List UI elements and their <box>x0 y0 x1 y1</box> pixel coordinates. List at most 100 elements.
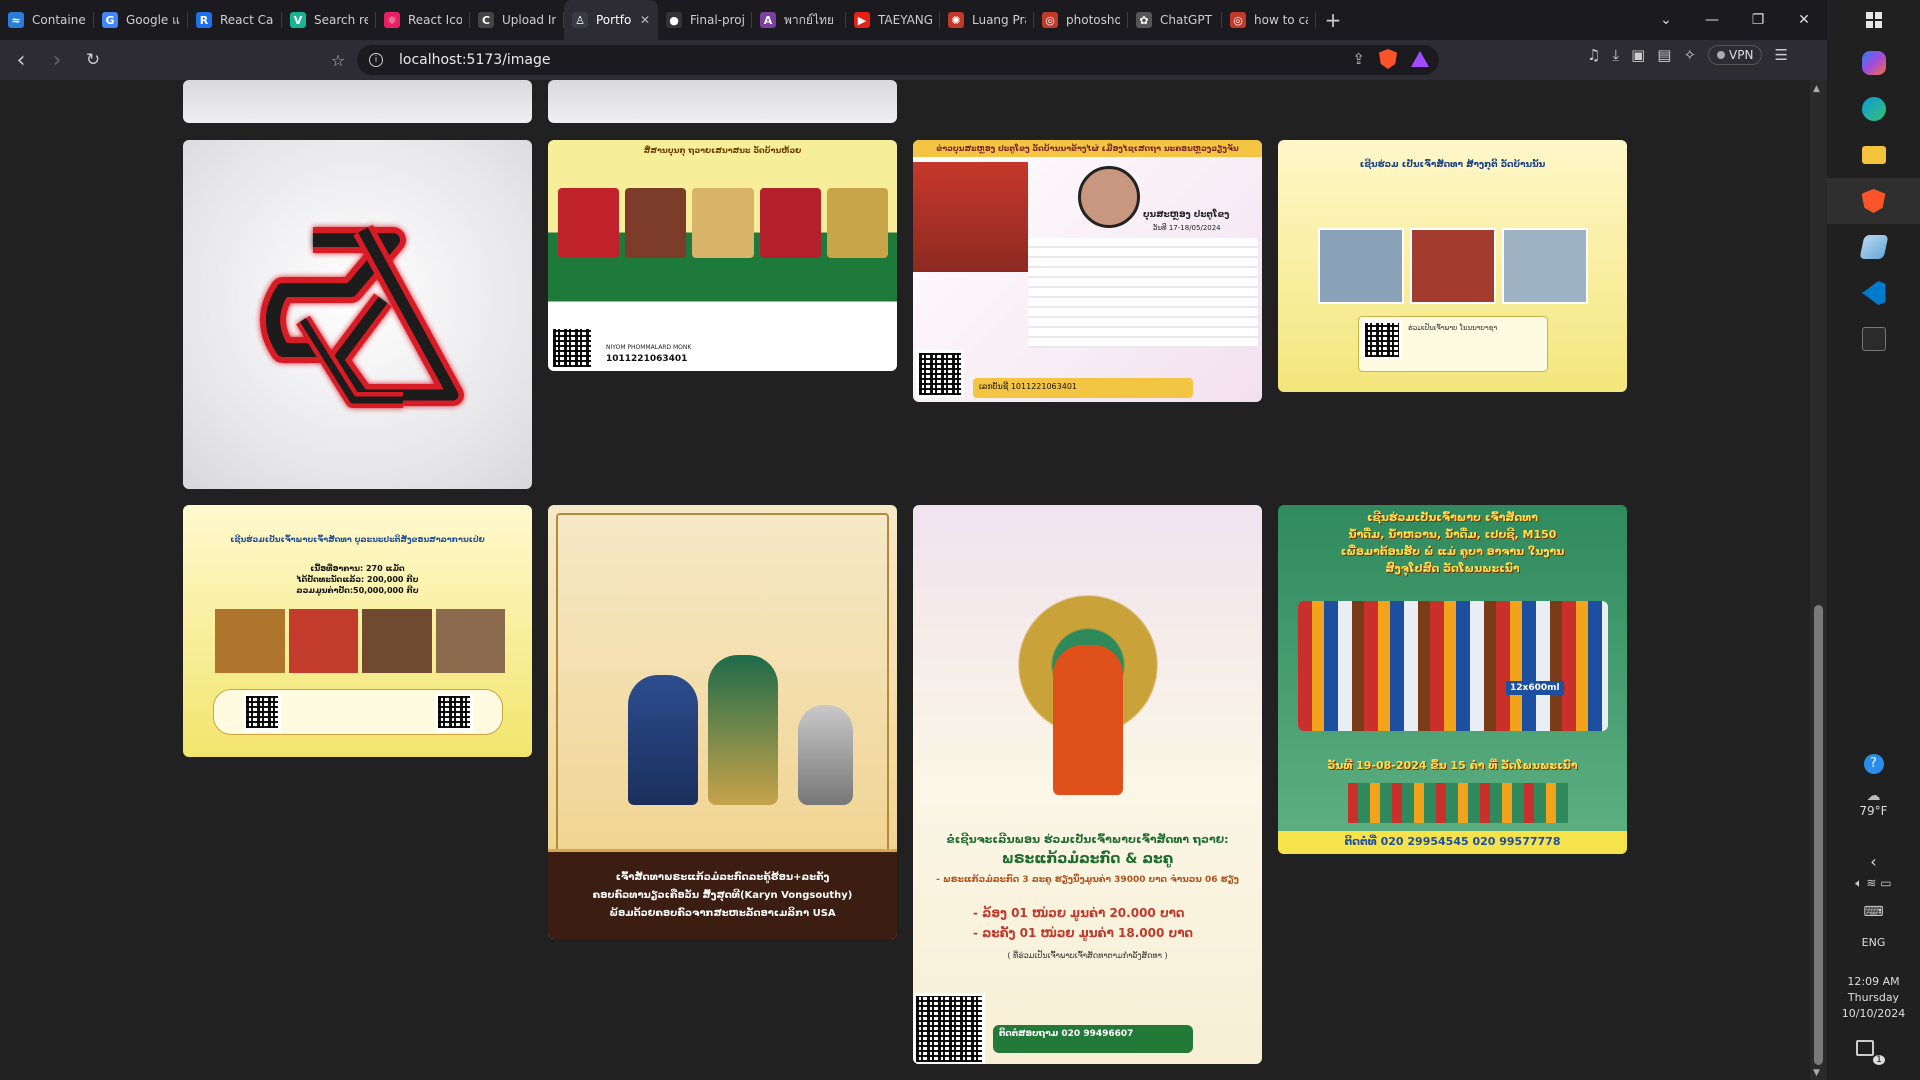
poster-6-qr-code <box>913 993 985 1064</box>
brave-rewards-icon[interactable] <box>1411 51 1429 67</box>
url-text: localhost:5173/image <box>399 52 551 68</box>
browser-tab[interactable]: ✺ Luang Prab <box>940 0 1034 40</box>
site-info-icon[interactable]: i <box>369 53 383 67</box>
taskbar-vscode[interactable] <box>1827 270 1920 316</box>
tab-close-icon[interactable]: ✕ <box>640 13 650 27</box>
scrollbar-thumb[interactable] <box>1814 605 1823 1065</box>
weather-icon: ☁ <box>1866 788 1881 804</box>
forward-button[interactable]: › <box>42 45 72 75</box>
help-icon[interactable]: ? <box>1827 752 1920 774</box>
tray-overflow-icon[interactable]: ‹ <box>1827 852 1920 871</box>
browser-tab[interactable]: V Search resu <box>282 0 376 40</box>
volume-icon[interactable]: 🔈︎ <box>1855 876 1862 890</box>
poster-1-account-number: 1011221063401 <box>606 354 688 364</box>
restore-button[interactable]: ❐ <box>1735 0 1781 40</box>
browser-tab[interactable]: ▶ TAEYANG - <box>846 0 940 40</box>
poster-5-person <box>628 675 698 805</box>
back-button[interactable]: ‹ <box>6 45 36 75</box>
browser-tab[interactable]: ♙ Portfoli ✕ <box>564 0 658 40</box>
gallery-image-poster-4[interactable]: ເຊີນຮ່ວມເປັນເຈົ້າພາບເຈົ້າສັດທາ ບູລະນະປະຕ… <box>183 505 532 757</box>
media-icon[interactable]: ♫ <box>1587 46 1600 64</box>
browser-tab[interactable]: R React Card - <box>188 0 282 40</box>
tab-favicon-icon: ◎ <box>1230 12 1246 28</box>
poster-6-subtitle: ພຣະແກ້ວມໍລະກົດ & ລະຄູ <box>1001 851 1174 867</box>
address-bar[interactable]: i localhost:5173/image ⇪ <box>357 45 1439 75</box>
poster-7-pack-label: 12x600ml <box>1506 681 1564 695</box>
weather-temp: 79°F <box>1859 804 1888 818</box>
browser-tab[interactable]: G Google แปล <box>94 0 188 40</box>
browser-tab[interactable]: ✿ ChatGPT <box>1128 0 1222 40</box>
input-language[interactable]: ENG <box>1827 936 1920 949</box>
share-icon[interactable]: ⇪ <box>1352 50 1365 68</box>
taskbar-terminal[interactable] <box>1827 316 1920 362</box>
bookmark-icon[interactable]: ☆ <box>326 46 350 74</box>
brave-shields-icon[interactable] <box>1379 49 1397 69</box>
browser-tab[interactable]: ⚛ React Icons <box>376 0 470 40</box>
windows-start-button[interactable] <box>1827 0 1920 40</box>
tab-search-dropdown-icon[interactable]: ⌄ <box>1643 0 1689 40</box>
browser-tab[interactable]: C Upload Ima <box>470 0 564 40</box>
notification-center[interactable]: 1 <box>1827 1040 1920 1065</box>
gallery-image-poster-2[interactable]: ຂ່າວບຸນສະຫຼອງ ປະຕູໂຂງ ວັດບ້ານນາຂ້າງໄຜ່ ເ… <box>913 140 1262 402</box>
poster-2-qr-code <box>916 350 964 398</box>
poster-7-heading-line-4: ສົງຈຸໂປສົດ ວັດໂພນພະເນົາ <box>1385 562 1520 575</box>
gallery-image-poster-3[interactable]: ເຊີນຮ່ວມ ເປັນເຈົ້າສັດທາ ສ້າງກຸຕິ ວັດບ້ານ… <box>1278 140 1627 392</box>
gallery-image-logo[interactable] <box>183 140 532 489</box>
browser-tab[interactable]: ≈ Container - <box>0 0 94 40</box>
reload-button[interactable]: ↻ <box>78 45 108 75</box>
taskbar-notes[interactable] <box>1827 224 1920 270</box>
leo-ai-icon[interactable]: ✧ <box>1683 46 1696 64</box>
poster-1-heading: ສື່ສານບຸນກຸ ຖວາຍເສນາສນະ ວັດບ້ານຫ້ວຍ <box>643 146 802 155</box>
taskbar-edge[interactable] <box>1827 86 1920 132</box>
poster-2-account: ເລກບັນຊີ 1011221063401 <box>973 378 1193 398</box>
browser-tab[interactable]: ◎ how to cap <box>1222 0 1316 40</box>
gallery-image-top-1[interactable] <box>183 80 532 123</box>
scroll-down-icon[interactable]: ▼ <box>1813 1068 1820 1078</box>
tab-favicon-icon: ◎ <box>1042 12 1058 28</box>
tab-title: Final-projec <box>690 13 744 27</box>
tab-favicon-icon: G <box>102 12 118 28</box>
browser-tab[interactable]: A พากย์ไทย - F <box>752 0 846 40</box>
gallery-image-poster-6[interactable]: ຂໍເຊີນຈະເລີນພອນ ຮ່ວມເປັນເຈົ້າພາບເຈົ້າສັດ… <box>913 505 1262 1064</box>
taskbar-file-explorer[interactable] <box>1827 132 1920 178</box>
gallery-image-top-2[interactable] <box>548 80 897 123</box>
clock[interactable]: 12:09 AM Thursday 10/10/2024 <box>1827 974 1920 1022</box>
clock-date: 10/10/2024 <box>1841 1007 1906 1020</box>
scroll-up-icon[interactable]: ▲ <box>1813 84 1820 94</box>
poster-6-line: - ພຣະແກ້ວມໍລະກົດ 3 ລະຄູ ຮຽງນຶ່ງມູນຄ່າ 39… <box>936 875 1239 885</box>
poster-5-emerald-buddha <box>708 655 778 805</box>
notes-icon <box>1858 235 1889 259</box>
wallet-icon[interactable]: ▤ <box>1657 46 1671 64</box>
poster-6-note: ( ທີ່ຮ່ວມເປັນເຈົ້າພາບເຈົ້າສັດທາຕາມກຳລັງສ… <box>1007 951 1168 960</box>
page-scrollbar[interactable]: ▲ ▼ <box>1810 80 1827 1080</box>
sidebar-icon[interactable]: ▣ <box>1631 46 1645 64</box>
touch-keyboard-icon[interactable]: ⌨ <box>1827 904 1920 920</box>
new-tab-button[interactable]: + <box>1316 0 1350 40</box>
poster-2-date: ວັນທີ 17-18/05/2024 <box>1153 224 1221 232</box>
clock-time: 12:09 AM <box>1847 975 1900 988</box>
menu-icon[interactable]: ☰ <box>1774 46 1787 64</box>
poster-2-portrait <box>1078 166 1140 228</box>
gallery-image-poster-5[interactable]: ເຈົ້າສັດທາພຣະແກ້ວມໍລະກົດລະຄູ້ຮ້ອນ+ລະຄັງ … <box>548 505 897 939</box>
close-window-button[interactable]: ✕ <box>1781 0 1827 40</box>
taskbar-brave[interactable] <box>1827 178 1920 224</box>
folder-icon <box>1861 146 1886 164</box>
vpn-button[interactable]: VPN <box>1708 45 1763 65</box>
wifi-icon[interactable]: ≋ <box>1866 876 1876 890</box>
taskbar-copilot[interactable] <box>1827 40 1920 86</box>
notification-count: 1 <box>1873 1055 1885 1065</box>
poster-6-title: ຂໍເຊີນຈະເລີນພອນ ຮ່ວມເປັນເຈົ້າພາບເຈົ້າສັດ… <box>946 833 1229 846</box>
taskbar: ? ☁ 79°F ‹ 🔈︎ ≋ ▭ ⌨ ENG 12:09 AM Thursda… <box>1827 0 1920 1080</box>
weather-widget[interactable]: ☁ 79°F <box>1827 788 1920 818</box>
browser-tab[interactable]: ◎ photoshop <box>1034 0 1128 40</box>
tab-favicon-icon: C <box>478 12 494 28</box>
gallery-image-poster-7[interactable]: ເຊີນຮ່ວມເປັນເຈົ້າພາບ ເຈົ້າສັດທາ ນ້ຳດື່ມ,… <box>1278 505 1627 854</box>
download-icon[interactable]: ⤓ <box>1612 46 1619 64</box>
tray-icons[interactable]: 🔈︎ ≋ ▭ <box>1827 876 1920 891</box>
browser-tab[interactable]: ● Final-projec <box>658 0 752 40</box>
minimize-button[interactable]: — <box>1689 0 1735 40</box>
battery-icon[interactable]: ▭ <box>1880 876 1891 890</box>
tab-title: React Icons <box>408 13 462 27</box>
gallery-image-poster-1[interactable]: ສື່ສານບຸນກຸ ຖວາຍເສນາສນະ ວັດບ້ານຫ້ວຍ NIYO… <box>548 140 897 371</box>
vscode-icon <box>1861 281 1886 305</box>
